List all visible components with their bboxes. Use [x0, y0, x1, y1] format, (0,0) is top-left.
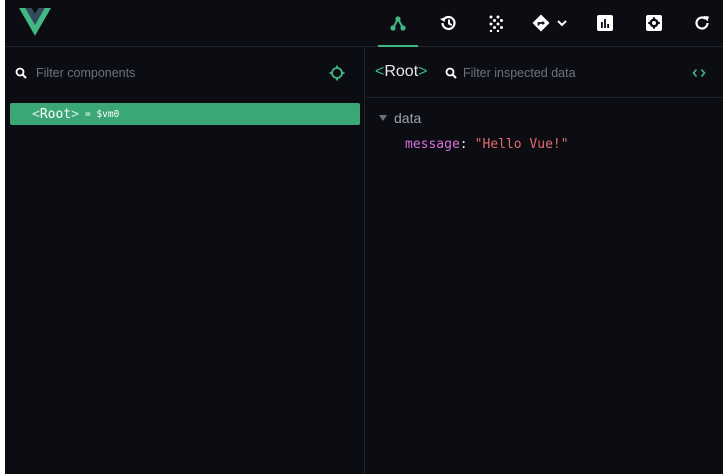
search-icon [15, 67, 27, 79]
inspected-data-filter-input[interactable] [463, 64, 663, 82]
component-filter-bar [5, 48, 365, 98]
vuex-tab[interactable] [474, 0, 518, 46]
inspector-pane: <Root> data message : "Hello Vue!" [366, 48, 723, 474]
component-name: <Root> [32, 106, 79, 122]
property-key: message [405, 136, 460, 152]
devtools-app: <Root> = $vm0 <Root> data message : "Hel… [5, 0, 723, 474]
select-component-target-icon[interactable] [329, 65, 345, 81]
data-section-toggle[interactable]: data [379, 108, 709, 128]
vm-reference-label: = $vm0 [84, 108, 120, 120]
inspector-header: <Root> [366, 48, 723, 98]
refresh-button[interactable] [680, 0, 723, 46]
property-colon: : [459, 136, 468, 152]
search-icon [445, 67, 457, 79]
inspected-component-title: <Root> [375, 63, 428, 80]
settings-tab[interactable] [632, 0, 676, 46]
code-icon[interactable] [692, 67, 706, 79]
property-value[interactable]: "Hello Vue!" [475, 137, 569, 152]
timeline-history-icon [440, 15, 456, 31]
component-filter-input[interactable] [36, 64, 296, 82]
vue-logo-icon [19, 8, 51, 36]
router-directions-icon [532, 14, 549, 32]
component-tree-item-root[interactable]: <Root> = $vm0 [10, 103, 360, 125]
performance-tab[interactable] [583, 0, 627, 46]
settings-icon [646, 15, 662, 31]
caret-down-icon [379, 115, 387, 121]
components-pane: <Root> = $vm0 [5, 48, 365, 474]
vuex-dots-icon [489, 15, 503, 32]
timeline-tab[interactable] [426, 0, 470, 46]
section-title: data [394, 110, 422, 126]
performance-chart-icon [597, 15, 613, 31]
components-tab[interactable] [376, 0, 420, 47]
data-property-row[interactable]: message : "Hello Vue!" [405, 134, 569, 154]
chevron-down-icon [556, 20, 567, 27]
router-tab[interactable] [519, 0, 579, 46]
toolbar [5, 0, 723, 47]
components-tree-icon [390, 16, 406, 31]
refresh-icon [695, 16, 709, 30]
